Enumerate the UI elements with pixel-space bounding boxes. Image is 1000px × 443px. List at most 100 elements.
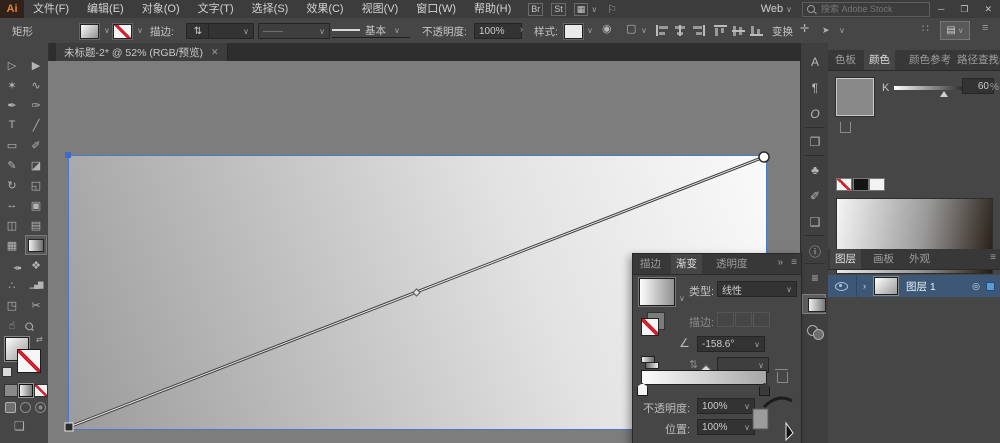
swap-fill-stroke-icon[interactable]: ⇄ — [36, 335, 43, 344]
export-panel-icon[interactable]: ❐ — [801, 135, 829, 149]
tool-eyedropper[interactable]: ✒ — [2, 256, 22, 274]
tool-shape-builder[interactable]: ◫ — [2, 216, 22, 234]
tool-hand[interactable]: ☝ — [2, 316, 22, 334]
tool-paintbrush[interactable]: ✐ — [26, 136, 46, 154]
panel-menu-icon[interactable]: ≡ — [990, 252, 996, 263]
document-tab[interactable]: 未标题-2* @ 52% (RGB/预览) ✕ — [56, 43, 228, 61]
default-fill-stroke-icon[interactable] — [2, 367, 12, 377]
stroke-proxy-small[interactable] — [641, 318, 659, 336]
chevron-down-icon[interactable]: ∨ — [641, 26, 647, 35]
angle-field[interactable]: -158.6° ∨ — [697, 336, 765, 352]
tool-curvature[interactable]: ✑ — [26, 96, 46, 114]
tool-scale[interactable]: ◱ — [26, 176, 46, 194]
menu-file[interactable]: 文件(F) — [24, 0, 78, 18]
draw-normal-icon[interactable] — [5, 402, 16, 413]
tab-color[interactable]: 颜色 — [864, 50, 895, 70]
gradient-panel-icon[interactable] — [802, 294, 826, 314]
tool-magic-wand[interactable]: ✶ — [2, 76, 22, 94]
chevron-down-icon[interactable]: ∨ — [679, 294, 685, 303]
gradient-end-handle[interactable] — [758, 151, 770, 163]
anchor-top-left[interactable] — [65, 152, 71, 158]
fill-swatch[interactable] — [80, 24, 99, 39]
tool-pencil[interactable]: ✎ — [2, 156, 22, 174]
target-icon[interactable]: ◎ — [972, 281, 980, 292]
brushes-panel-icon[interactable]: ✐ — [801, 189, 829, 203]
opacity-panel-arrow[interactable]: › — [520, 24, 523, 34]
gradient-start-handle[interactable] — [64, 422, 74, 432]
gradient-type-select[interactable]: 线性 ∨ — [717, 281, 797, 297]
tool-rectangle[interactable]: ▭ — [2, 136, 22, 154]
tab-swatches[interactable]: 色板 — [830, 50, 861, 70]
chevron-down-icon[interactable]: ∨ — [839, 26, 845, 35]
menu-effect[interactable]: 效果(C) — [297, 0, 352, 18]
bridge-button[interactable]: Br — [528, 2, 544, 16]
minimize-button[interactable]: ─ — [930, 0, 952, 18]
opentype-panel-icon[interactable]: O — [801, 107, 829, 121]
stroke-proxy-swatch[interactable] — [17, 349, 41, 373]
menu-window[interactable]: 窗口(W) — [407, 0, 465, 18]
document-setup-icon[interactable]: ◉ — [602, 22, 612, 35]
touch-workspace-icon[interactable]: ∷ — [922, 22, 929, 35]
layer-thumbnail[interactable] — [873, 276, 899, 296]
menu-object[interactable]: 对象(O) — [133, 0, 189, 18]
graphic-styles-panel-icon[interactable]: ❑ — [801, 215, 829, 229]
tool-column-graph[interactable]: ▁▄▇ — [26, 276, 46, 294]
stock-button[interactable]: St — [551, 2, 566, 16]
symbols-panel-icon[interactable]: ♣ — [801, 163, 829, 177]
layer-row[interactable]: › 图层 1 ◎ — [828, 275, 1000, 297]
stroke-within-icon[interactable] — [717, 312, 734, 327]
close-button[interactable]: ✕ — [976, 0, 1000, 18]
draw-behind-icon[interactable] — [20, 402, 31, 413]
menu-edit[interactable]: 编辑(E) — [78, 0, 133, 18]
tab-artboards[interactable]: 画板 — [868, 249, 899, 269]
menu-select[interactable]: 选择(S) — [243, 0, 298, 18]
white-swatch[interactable] — [869, 178, 885, 191]
tool-type[interactable]: T — [2, 116, 22, 134]
panel-menu-icon[interactable]: ≡ — [990, 53, 996, 64]
close-tab-icon[interactable]: ✕ — [211, 47, 219, 58]
gradient-mode-button[interactable] — [18, 383, 34, 398]
opacity-field[interactable]: 100% — [474, 23, 522, 39]
menu-help[interactable]: 帮助(H) — [465, 0, 520, 18]
align-center-icon[interactable] — [674, 25, 687, 36]
stroke-along-icon[interactable] — [735, 312, 752, 327]
tool-rotate[interactable]: ↻ — [2, 176, 22, 194]
tab-gradient[interactable]: 渐变 — [671, 254, 702, 274]
chevron-down-icon[interactable]: ∨ — [786, 5, 792, 14]
transform-link[interactable]: 变换 — [772, 24, 793, 39]
tool-pen[interactable]: ✒ — [2, 96, 22, 114]
gradient-slider-bar[interactable] — [641, 370, 767, 385]
stroke-swatch[interactable] — [113, 24, 132, 39]
selection-color-chip[interactable] — [986, 281, 995, 291]
stroke-panel-icon[interactable]: ≡ — [801, 271, 829, 285]
workspace-switcher[interactable]: Web — [761, 3, 783, 15]
tool-perspective-grid[interactable]: ▤ — [26, 216, 46, 234]
arrange-icon[interactable]: ✛ — [800, 22, 809, 35]
stock-search[interactable] — [801, 1, 930, 17]
info-panel-icon[interactable]: ⓘ — [801, 243, 829, 260]
style-swatch[interactable] — [564, 24, 583, 39]
tool-blend[interactable]: ❖ — [26, 256, 46, 274]
share-icon[interactable]: ⚐ — [607, 3, 617, 16]
expand-layer-icon[interactable]: › — [863, 281, 866, 291]
tool-symbol-sprayer[interactable]: ∴ — [2, 276, 22, 294]
tool-selection[interactable]: ▶ — [26, 56, 46, 74]
chevron-down-icon[interactable]: ∨ — [591, 5, 597, 14]
align-middle-icon[interactable] — [732, 25, 745, 36]
search-input[interactable] — [818, 3, 923, 15]
align-top-icon[interactable] — [714, 25, 727, 36]
menu-view[interactable]: 视图(V) — [353, 0, 408, 18]
tool-lasso[interactable]: ∿ — [26, 76, 46, 94]
draw-inside-icon[interactable] — [35, 402, 46, 413]
tool-width[interactable]: ↔ — [2, 196, 22, 214]
none-mode-button[interactable] — [34, 384, 48, 397]
control-menu-icon[interactable]: ≡ — [982, 22, 988, 34]
menu-type[interactable]: 文字(T) — [189, 0, 243, 18]
delete-stop-icon[interactable] — [775, 369, 788, 383]
collapse-icon[interactable]: » — [777, 257, 783, 268]
tab-color-guide[interactable]: 颜色参考 — [904, 50, 956, 70]
k-slider-thumb[interactable] — [940, 91, 948, 97]
stroke-across-icon[interactable] — [753, 312, 770, 327]
workspace-switch-button[interactable]: ▤ ∨ — [940, 21, 970, 40]
gradient-thumbnail[interactable] — [638, 277, 676, 307]
